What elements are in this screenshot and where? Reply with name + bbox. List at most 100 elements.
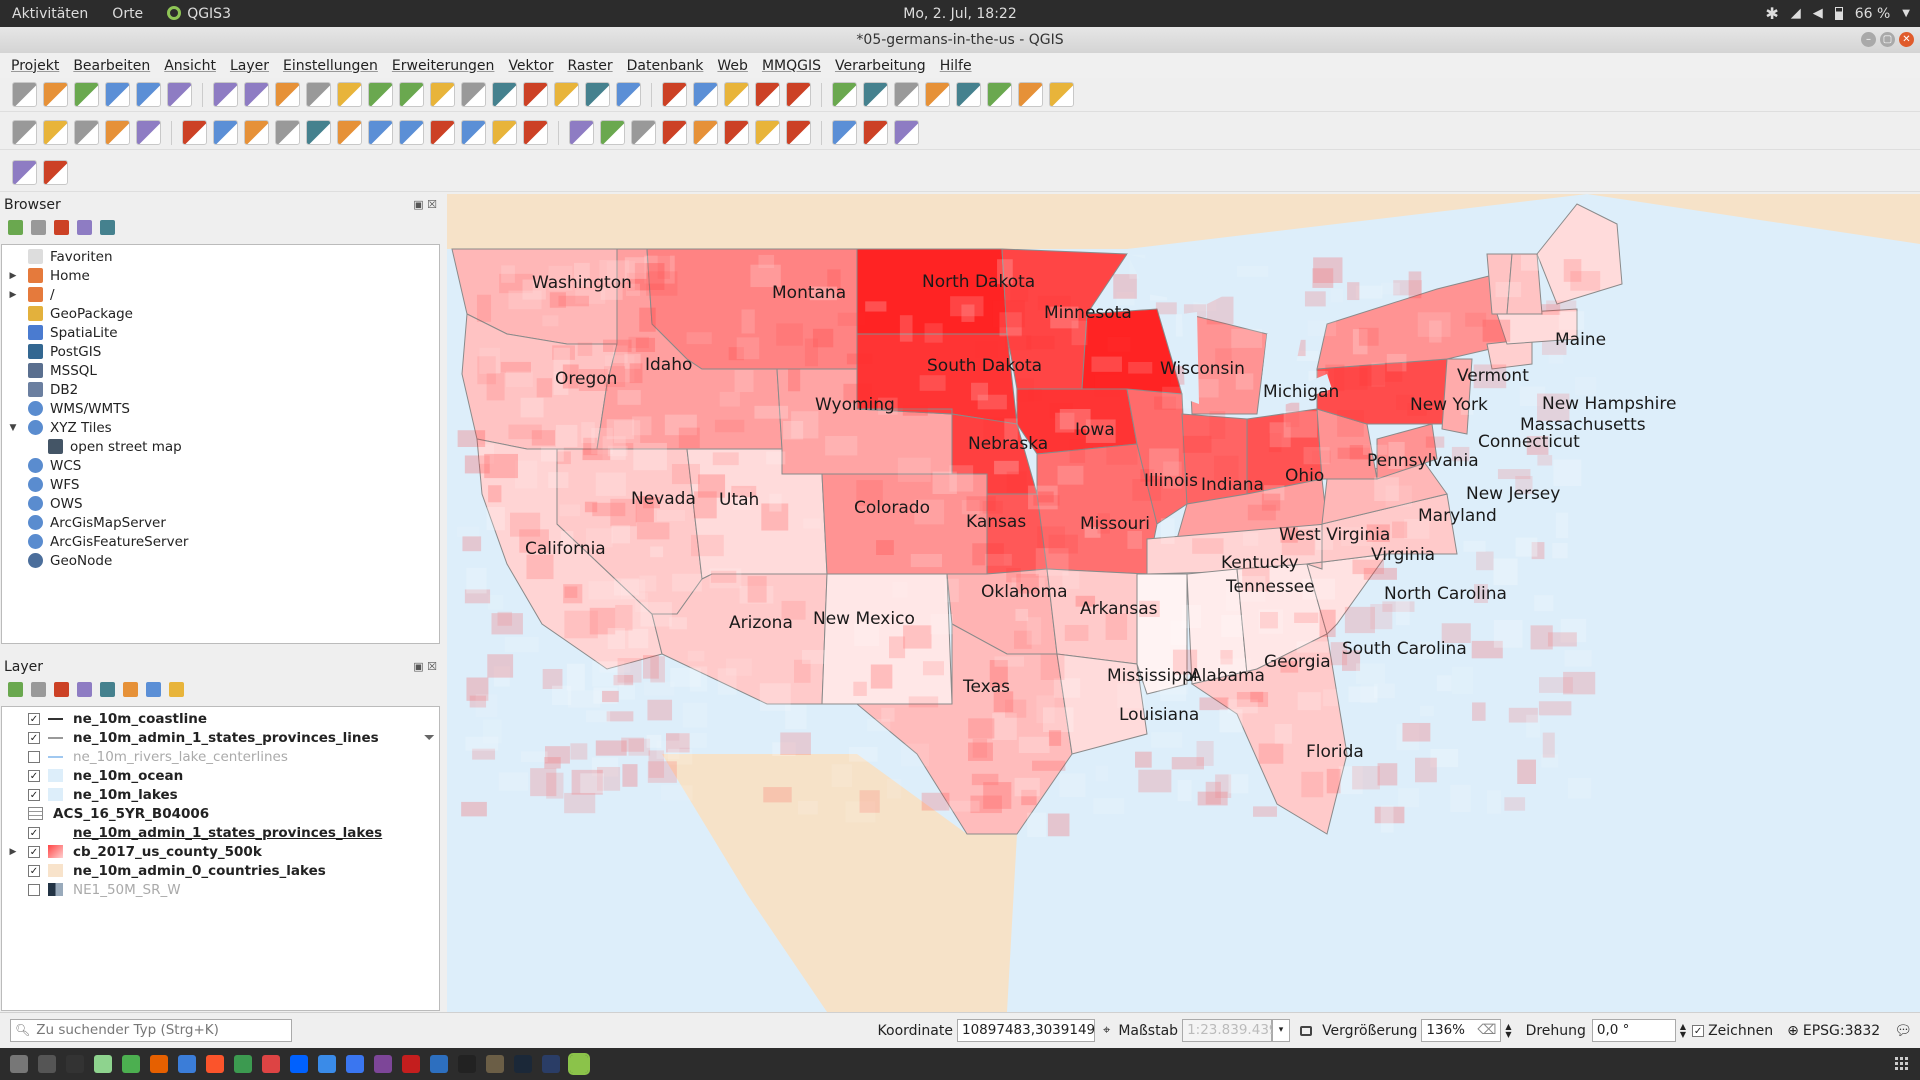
- georeferencer-icon[interactable]: [12, 160, 37, 185]
- filter-legend-icon[interactable]: [77, 681, 92, 697]
- new-shapefile-icon[interactable]: [74, 120, 99, 145]
- layer-item[interactable]: ▶ ✓ cb_2017_us_county_500k: [2, 842, 439, 861]
- menu-einstellungen[interactable]: Einstellungen: [276, 58, 385, 74]
- filezilla-icon[interactable]: [402, 1055, 420, 1073]
- cut-features-icon[interactable]: [399, 120, 424, 145]
- layer-item[interactable]: NE1_50M_SR_W: [2, 880, 439, 899]
- current-edits-icon[interactable]: [182, 120, 207, 145]
- select-features-icon[interactable]: [724, 82, 749, 107]
- writer-icon[interactable]: [430, 1055, 448, 1073]
- expand-arrow-icon[interactable]: ▶: [6, 847, 20, 857]
- layer-visibility-checkbox[interactable]: ✓: [28, 731, 40, 744]
- layer-item[interactable]: ACS_16_5YR_B04006: [2, 804, 439, 823]
- choropleth-map[interactable]: Washington Oregon California Idaho Nevada Mon…: [447, 194, 1920, 1012]
- collapse-all-icon[interactable]: [146, 681, 161, 697]
- zoom-next-icon[interactable]: [492, 82, 517, 107]
- processing-toolbox-icon[interactable]: [894, 82, 919, 107]
- layer-item[interactable]: ✓ ne_10m_lakes: [2, 785, 439, 804]
- open-project-icon[interactable]: [43, 82, 68, 107]
- app-green-icon[interactable]: [94, 1055, 112, 1073]
- search-input[interactable]: Zu suchender Typ (Strg+K): [36, 1020, 219, 1041]
- identify-icon[interactable]: [662, 82, 687, 107]
- layer-visibility-checkbox[interactable]: ✓: [28, 864, 40, 877]
- layout-manager-icon[interactable]: [167, 82, 192, 107]
- layer-visibility-checkbox[interactable]: ✓: [28, 712, 40, 725]
- properties-icon[interactable]: [100, 219, 115, 235]
- add-group-icon[interactable]: [31, 681, 46, 697]
- add-selected-icon[interactable]: [8, 219, 23, 235]
- menu-ansicht[interactable]: Ansicht: [157, 58, 223, 74]
- rotation-field[interactable]: 0,0 °: [1591, 1019, 1676, 1042]
- browser-green-icon[interactable]: [234, 1055, 252, 1073]
- layer-visibility-checkbox[interactable]: ✓: [28, 845, 40, 858]
- python-console-icon[interactable]: [863, 120, 888, 145]
- locator-search[interactable]: 🔍︎ Zu suchender Typ (Strg+K): [10, 1019, 292, 1042]
- puzzle-icon[interactable]: ✱: [1765, 4, 1778, 23]
- deselect-all-icon[interactable]: [786, 82, 811, 107]
- zoom-layer-icon[interactable]: [430, 82, 455, 107]
- change-label-icon[interactable]: [786, 120, 811, 145]
- magnifier-field[interactable]: 136% ⌫: [1421, 1019, 1502, 1042]
- browser-item[interactable]: ▼ XYZ Tiles: [2, 418, 439, 437]
- activities-button[interactable]: Aktivitäten: [0, 6, 100, 22]
- remove-layer-icon[interactable]: [169, 681, 184, 697]
- filter-icon[interactable]: ⏷: [424, 730, 435, 746]
- crs-button[interactable]: EPSG:3832: [1803, 1023, 1880, 1039]
- attribute-table-icon[interactable]: [832, 82, 857, 107]
- browser-item[interactable]: ▶ /: [2, 285, 439, 304]
- new-spatialite-icon[interactable]: [105, 120, 130, 145]
- pan-icon[interactable]: [213, 82, 238, 107]
- collapse-arrow-icon[interactable]: ▼: [6, 423, 20, 433]
- panel-float-close-icons[interactable]: ▣ ☒: [413, 198, 437, 211]
- lock-scale-icon[interactable]: [1300, 1025, 1313, 1036]
- terminal-icon[interactable]: [66, 1055, 84, 1073]
- close-button[interactable]: ✕: [1899, 32, 1914, 47]
- browser-item[interactable]: GeoPackage: [2, 304, 439, 323]
- rotate-label-icon[interactable]: [755, 120, 780, 145]
- layer-visibility-checkbox[interactable]: ✓: [28, 769, 40, 782]
- show-apps-icon[interactable]: [1895, 1057, 1908, 1070]
- annotation-icon[interactable]: [1018, 82, 1043, 107]
- menu-verarbeitung[interactable]: Verarbeitung: [828, 58, 933, 74]
- browser-item[interactable]: SpatiaLite: [2, 323, 439, 342]
- menu-projekt[interactable]: Projekt: [4, 58, 66, 74]
- refresh-icon[interactable]: [616, 82, 641, 107]
- new-bookmark-icon[interactable]: [523, 82, 548, 107]
- layer-visibility-checkbox[interactable]: ✓: [28, 788, 40, 801]
- files-icon[interactable]: [10, 1055, 28, 1073]
- redo-icon[interactable]: [523, 120, 548, 145]
- chrome-icon[interactable]: [122, 1055, 140, 1073]
- paste-features-icon[interactable]: [461, 120, 486, 145]
- messages-icon[interactable]: 💬︎: [1894, 1023, 1912, 1039]
- collapse-icon[interactable]: [77, 219, 92, 235]
- browser-item[interactable]: open street map: [2, 437, 439, 456]
- help-icon[interactable]: [894, 120, 919, 145]
- tor-icon[interactable]: [374, 1055, 392, 1073]
- menu-vektor[interactable]: Vektor: [501, 58, 560, 74]
- delete-selected-icon[interactable]: [368, 120, 393, 145]
- crs-globe-icon[interactable]: ⊕: [1787, 1023, 1799, 1039]
- steam-icon[interactable]: [514, 1055, 532, 1073]
- browser-item[interactable]: ▶ Home: [2, 266, 439, 285]
- layer-item[interactable]: ✓ ne_10m_admin_0_countries_lakes: [2, 861, 439, 880]
- map-tools-icon[interactable]: [1049, 82, 1074, 107]
- menu-web[interactable]: Web: [710, 58, 755, 74]
- browser-item[interactable]: DB2: [2, 380, 439, 399]
- brave-icon[interactable]: [206, 1055, 224, 1073]
- browser-item[interactable]: Favoriten: [2, 247, 439, 266]
- layer-item[interactable]: ✓ ne_10m_admin_1_states_provinces_lines ⏷: [2, 728, 439, 747]
- zoom-native-icon[interactable]: [337, 82, 362, 107]
- zoom-full-icon[interactable]: [368, 82, 393, 107]
- browser-item[interactable]: WCS: [2, 456, 439, 475]
- filter-expression-icon[interactable]: [100, 681, 115, 697]
- vertex-tool-icon[interactable]: [306, 120, 331, 145]
- expand-all-icon[interactable]: [123, 681, 138, 697]
- globe-icon[interactable]: [832, 120, 857, 145]
- menu-bearbeiten[interactable]: Bearbeiten: [66, 58, 157, 74]
- save-as-icon[interactable]: [105, 82, 130, 107]
- system-menu-icon[interactable]: ▼: [1902, 8, 1910, 19]
- minimize-button[interactable]: –: [1861, 32, 1876, 47]
- label-tool-icon[interactable]: [569, 120, 594, 145]
- menu-datenbank[interactable]: Datenbank: [620, 58, 711, 74]
- wifi-icon[interactable]: ◢: [1791, 6, 1801, 21]
